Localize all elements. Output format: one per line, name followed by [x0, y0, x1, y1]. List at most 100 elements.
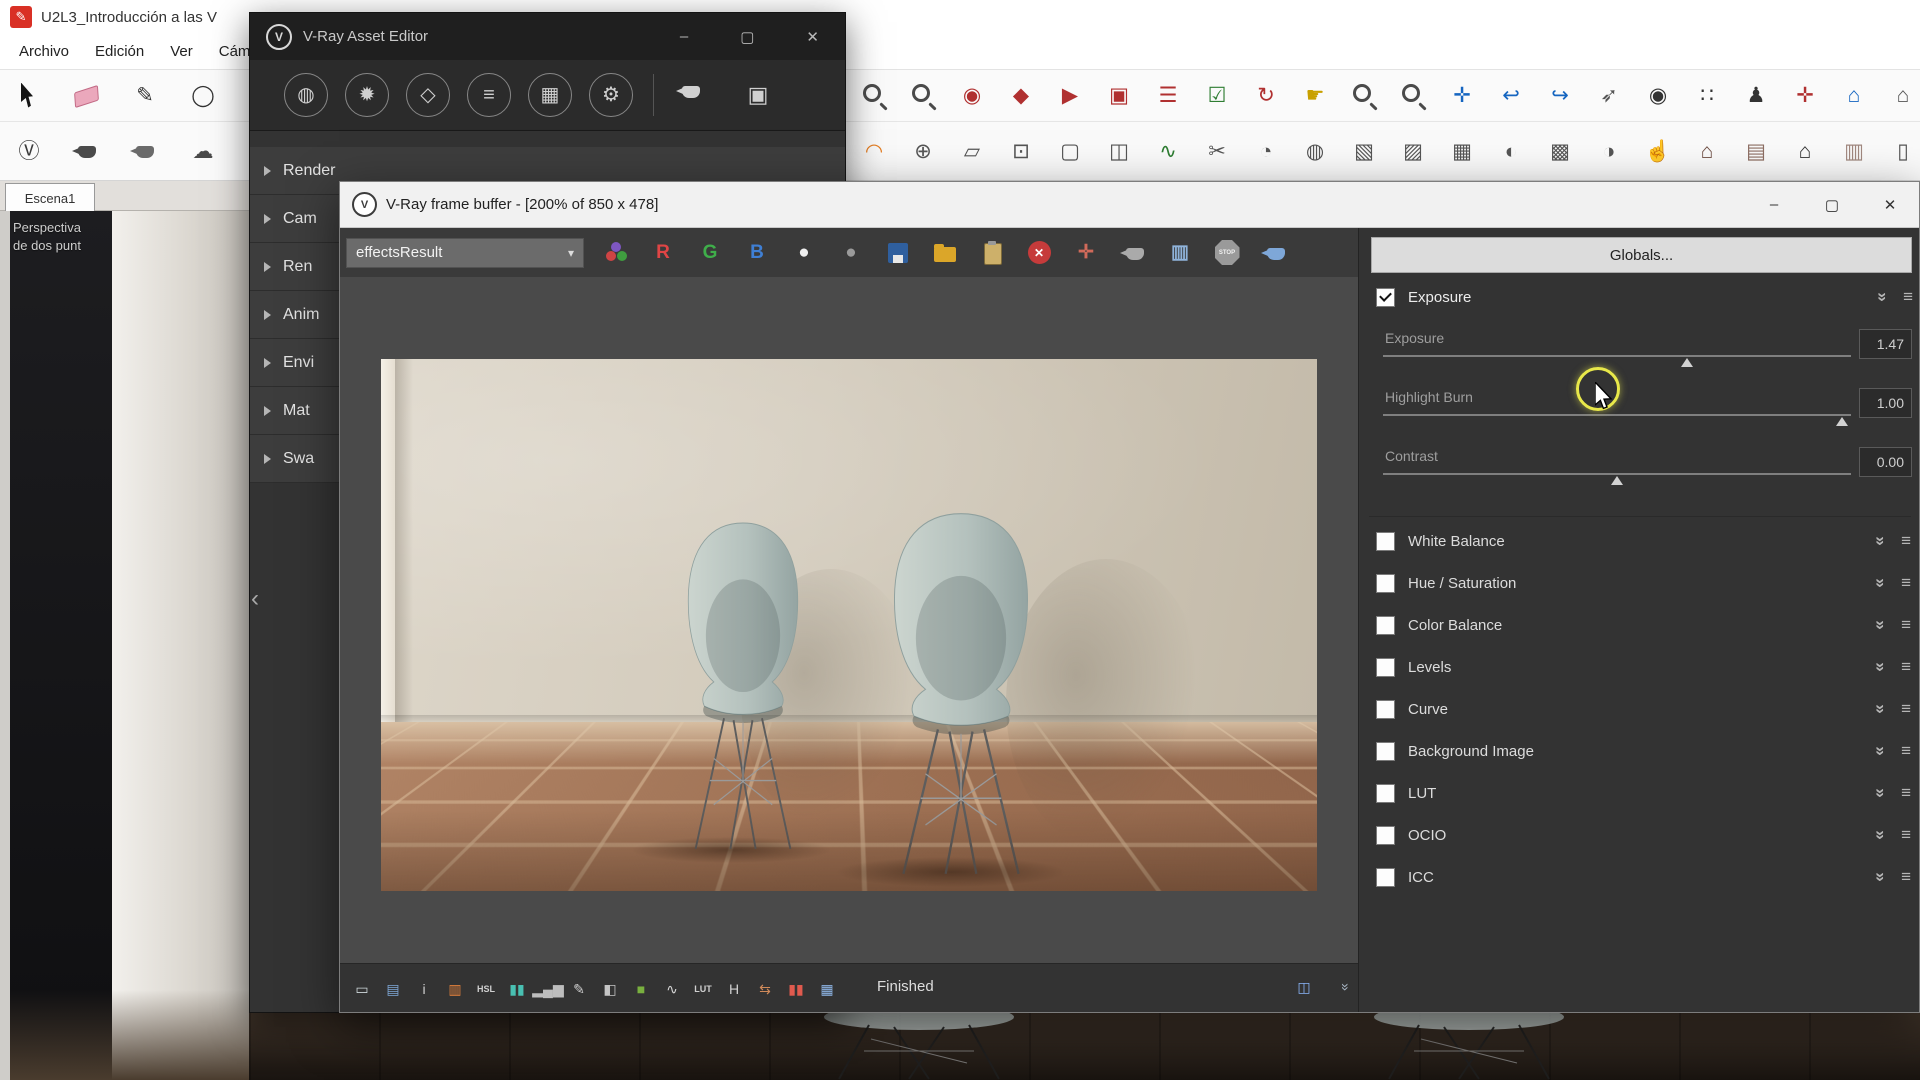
slider-marker[interactable] [1681, 358, 1693, 367]
sphere-checker-icon[interactable]: ◐ [1494, 134, 1528, 168]
zoom-extents-icon[interactable]: ✛ [1445, 79, 1479, 113]
ipr-teapot-icon[interactable] [128, 134, 162, 168]
slider-value[interactable]: 1.00 [1859, 388, 1912, 418]
maximize-button[interactable]: ▢ [1803, 182, 1861, 227]
layer-lut[interactable]: LUT » ≡ [1369, 772, 1911, 814]
expand-icon[interactable]: » [1870, 536, 1890, 545]
sketchup-viewport-left[interactable]: Perspectiva de dos punt [0, 211, 249, 1080]
asset-editor-titlebar[interactable]: V V-Ray Asset Editor – ▢ ✕ [250, 13, 845, 60]
layer-ocio[interactable]: OCIO » ≡ [1369, 814, 1911, 856]
section-menu-icon[interactable]: ≡ [1901, 825, 1911, 845]
image-icon[interactable]: ▭ [350, 977, 374, 1001]
settings-icon[interactable]: ⚙ [589, 73, 633, 117]
sphere-dark-icon[interactable]: ◑ [1592, 134, 1626, 168]
vray-render-icon[interactable]: ◆ [1004, 79, 1038, 113]
green-channel-icon[interactable]: G [695, 236, 725, 270]
slider-value[interactable]: 1.47 [1859, 329, 1912, 359]
box-icon[interactable]: ▢ [1053, 134, 1087, 168]
expand-icon[interactable]: » [1870, 704, 1890, 713]
section-menu-icon[interactable]: ≡ [1901, 741, 1911, 761]
expand-icon[interactable]: » [1870, 830, 1890, 839]
checker-a-icon[interactable]: ▧ [1347, 134, 1381, 168]
warehouse-icon[interactable]: ⌂ [1886, 79, 1920, 113]
compare-icon[interactable]: ◧ [598, 977, 622, 1001]
user-check-icon[interactable]: ☑ [1200, 79, 1234, 113]
alpha-channel-icon[interactable]: ● [789, 236, 819, 270]
blue-channel-icon[interactable]: B [742, 236, 772, 270]
expand-icon[interactable]: » [1870, 872, 1890, 881]
menu-ver[interactable]: Ver [157, 34, 206, 69]
walk-icon[interactable]: ∷ [1690, 79, 1724, 113]
pencil-tool-icon[interactable]: ✎ [128, 79, 162, 113]
materials-icon[interactable]: ◍ [284, 73, 328, 117]
vray-logo-icon[interactable]: Ⓥ [12, 134, 46, 168]
maximize-button[interactable]: ▢ [740, 28, 754, 46]
info-icon[interactable]: i [412, 977, 436, 1001]
minimize-button[interactable]: – [1745, 182, 1803, 227]
pencil-edit-icon[interactable]: ✎ [567, 977, 591, 1001]
hsl-icon[interactable]: HSL [474, 977, 498, 1001]
stop-render-icon[interactable]: STOP [1212, 236, 1242, 270]
channel-select[interactable]: effectsResult ▾ [346, 238, 584, 268]
plane-light-icon[interactable]: ▱ [955, 134, 989, 168]
expand-icon[interactable]: » [1870, 788, 1890, 797]
model-house-icon[interactable]: ⌂ [1837, 79, 1871, 113]
door-icon[interactable]: ▯ [1886, 134, 1920, 168]
section-menu-icon[interactable]: ≡ [1903, 287, 1913, 307]
layer-color-balance[interactable]: Color Balance » ≡ [1369, 604, 1911, 646]
ab-compare-icon[interactable]: ⇆ [753, 977, 777, 1001]
vray-viewport-render-icon[interactable]: ▣ [1102, 79, 1136, 113]
layer-background-image[interactable]: Background Image » ≡ [1369, 730, 1911, 772]
expand-icon[interactable]: » [1870, 662, 1890, 671]
layer-checkbox[interactable] [1376, 826, 1395, 845]
layer-checkbox[interactable] [1376, 742, 1395, 761]
h-histogram-icon[interactable]: H [722, 977, 746, 1001]
save-image-icon[interactable] [883, 236, 913, 270]
render-teapot-icon[interactable] [70, 134, 104, 168]
copy-clipboard-icon[interactable] [977, 236, 1007, 270]
menu-edicion[interactable]: Edición [82, 34, 157, 69]
checkerboard-icon[interactable]: ▩ [1543, 134, 1577, 168]
section-menu-icon[interactable]: ≡ [1901, 699, 1911, 719]
layers-blue-icon[interactable]: ▤ [381, 977, 405, 1001]
checker-small-icon[interactable]: ▦ [815, 977, 839, 1001]
curve-icon[interactable]: ∿ [660, 977, 684, 1001]
next-view-icon[interactable]: ↪ [1543, 79, 1577, 113]
previous-view-icon[interactable]: ↩ [1494, 79, 1528, 113]
panel-toggle-icon[interactable]: ◫ [1292, 975, 1316, 999]
rgb-columns-icon[interactable]: ▮▮ [784, 977, 808, 1001]
vfb-settings-icon[interactable]: ▥ [1165, 236, 1195, 270]
red-channel-icon[interactable]: R [648, 236, 678, 270]
layer-checkbox[interactable] [1376, 868, 1395, 887]
expand-icon[interactable]: » [1870, 746, 1890, 755]
section-menu-icon[interactable]: ≡ [1901, 531, 1911, 551]
layer-checkbox[interactable] [1376, 532, 1395, 551]
slider-value[interactable]: 0.00 [1859, 447, 1912, 477]
menu-archivo[interactable]: Archivo [6, 34, 82, 69]
panel-collapse-arrow[interactable]: ‹ [251, 587, 259, 611]
section-menu-icon[interactable]: ≡ [1901, 615, 1911, 635]
home-icon[interactable]: ⌂ [1788, 134, 1822, 168]
mesh-sphere-icon[interactable]: ◍ [1298, 134, 1332, 168]
box-open-icon[interactable]: ◫ [1102, 134, 1136, 168]
layer-hue-saturation[interactable]: Hue / Saturation » ≡ [1369, 562, 1911, 604]
checker-b-icon[interactable]: ▨ [1396, 134, 1430, 168]
textures-icon[interactable]: ▦ [528, 73, 572, 117]
layer-curve[interactable]: Curve » ≡ [1369, 688, 1911, 730]
minimize-button[interactable]: – [680, 28, 688, 45]
slider-marker[interactable] [1611, 476, 1623, 485]
layer-levels[interactable]: Levels » ≡ [1369, 646, 1911, 688]
zoom-tool-icon[interactable] [857, 79, 891, 113]
dome-light-icon[interactable]: ◠ [857, 134, 891, 168]
close-button[interactable]: ✕ [1861, 182, 1919, 227]
vray-batch-render-icon[interactable]: ☰ [1151, 79, 1185, 113]
exposure-checkbox[interactable] [1376, 288, 1395, 307]
render-teapot-icon[interactable] [674, 74, 718, 116]
frame-buffer-titlebar[interactable]: V V-Ray frame buffer - [200% of 850 x 47… [340, 182, 1919, 228]
histogram-icon[interactable]: ▂▄▆ [536, 977, 560, 1001]
vray-asset-editor-icon[interactable]: ◉ [955, 79, 989, 113]
open-image-icon[interactable] [930, 236, 960, 270]
pick-hand-icon[interactable]: ☝ [1641, 134, 1675, 168]
layer-checkbox[interactable] [1376, 784, 1395, 803]
render-canvas[interactable] [340, 277, 1358, 963]
